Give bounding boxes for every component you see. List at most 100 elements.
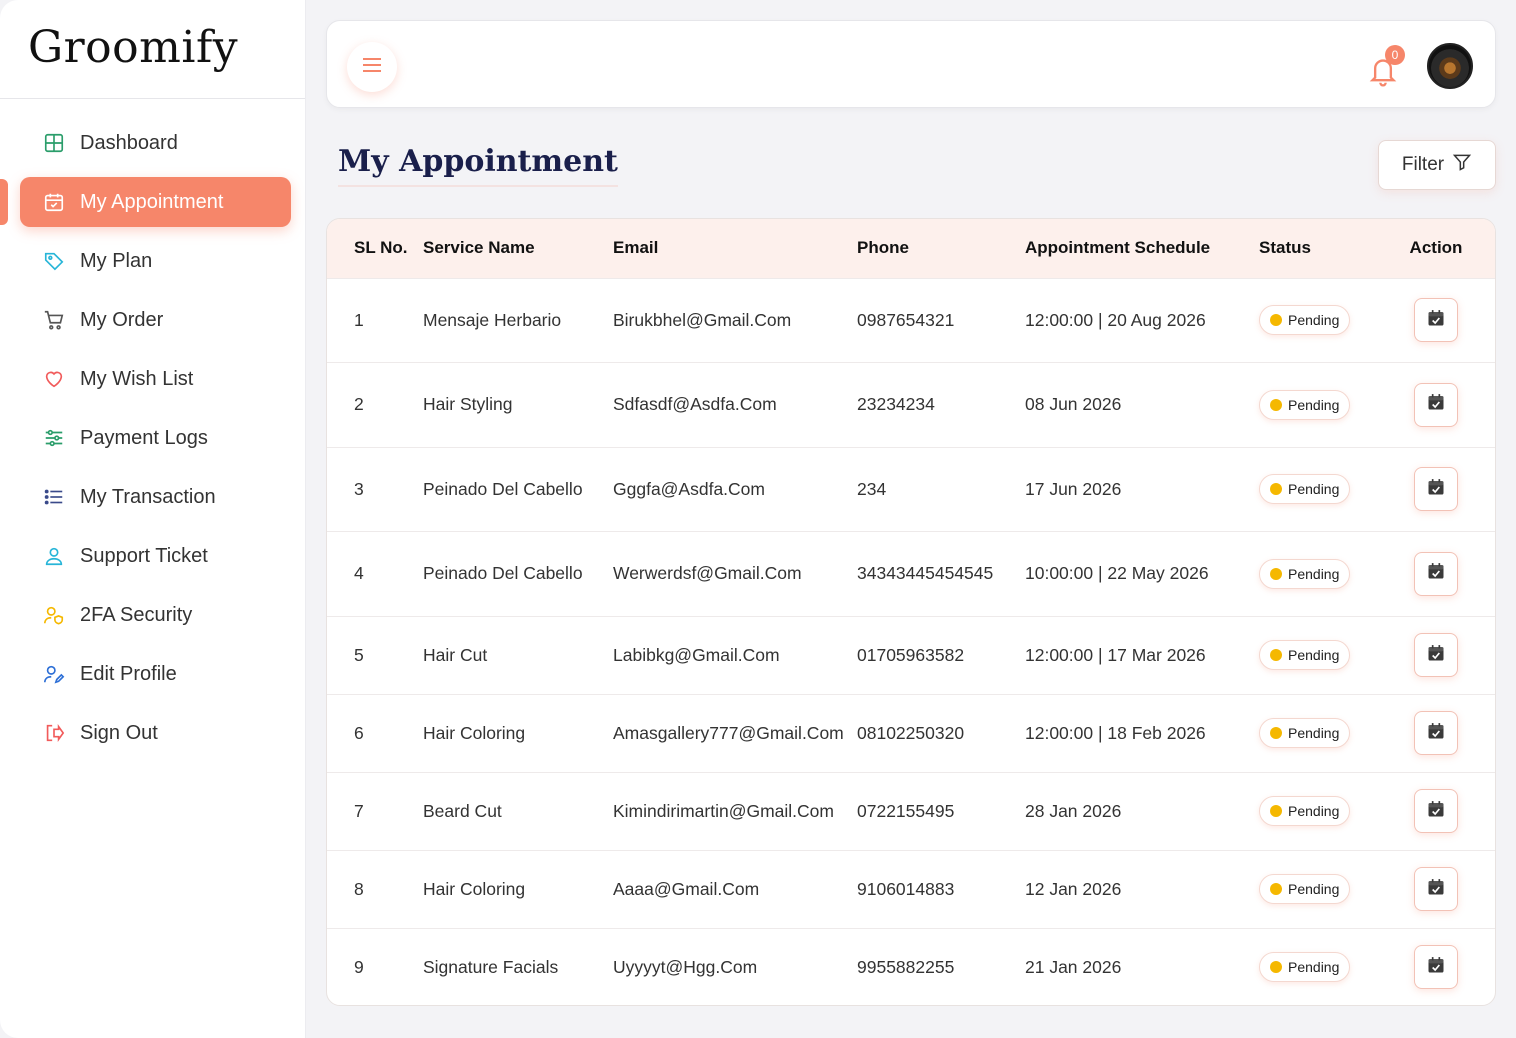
cell-action [1377,927,1495,1005]
cell-phone: 9106014883 [857,849,1025,928]
menu-toggle-button[interactable] [347,42,397,92]
filter-icon [1452,152,1472,178]
heart-icon [42,367,66,391]
cell-status: Pending [1259,927,1377,1005]
status-badge: Pending [1259,718,1351,748]
cell-service: Mensaje Herbario [423,277,613,363]
table-row: 1 Mensaje Herbario Birukbhel@Gmail.Com 0987… [327,277,1495,363]
cell-sl: 8 [327,849,423,928]
cell-email: Amasgallery777@Gmail.Com [613,693,857,772]
cell-service: Hair Styling [423,362,613,447]
status-label: Pending [1288,881,1340,897]
cell-action [1377,771,1495,850]
sidebar-item-label: My Appointment [80,190,224,213]
reschedule-button[interactable] [1414,633,1458,677]
status-dot [1270,398,1282,411]
status-label: Pending [1288,481,1340,498]
sidebar-item-edit-profile[interactable]: Edit Profile [20,649,291,699]
sidebar-item-my-plan[interactable]: My Plan [20,236,291,286]
sidebar-item-label: Sign Out [80,721,158,744]
cell-phone: 34343445454545 [857,531,1025,616]
cell-status: Pending [1259,771,1377,850]
cell-email: Werwerdsf@Gmail.Com [613,531,857,616]
bell-icon [1367,59,1399,92]
table-row: 5 Hair Cut Labibkg@Gmail.Com 01705963582 12:… [327,615,1495,694]
sidebar-nav: Dashboard My Appointment My Plan My Orde… [0,99,305,758]
cell-email: Birukbhel@Gmail.Com [613,277,857,363]
cell-email: Gggfa@Asdfa.Com [613,446,857,532]
column-header-email: Email [613,238,659,258]
cell-service: Hair Cut [423,615,613,694]
sidebar-item-support-ticket[interactable]: Support Ticket [20,531,291,581]
status-badge: Pending [1259,474,1351,505]
cell-service: Signature Facials [423,927,613,1005]
sidebar: Groomify Dashboard My Appointment My Pla… [0,0,306,1038]
cell-status: Pending [1259,362,1377,447]
avatar[interactable] [1427,43,1473,89]
reschedule-button[interactable] [1414,867,1458,911]
sidebar-item-2fa-security[interactable]: 2FA Security [20,590,291,640]
table-row: 6 Hair Coloring Amasgallery777@Gmail.Com 08… [327,693,1495,772]
cell-status: Pending [1259,849,1377,928]
cell-action [1377,277,1495,363]
cell-phone: 234 [857,446,1025,532]
reschedule-button[interactable] [1414,298,1458,343]
cell-schedule: 17 Jun 2026 [1025,446,1259,532]
reschedule-button[interactable] [1414,467,1458,512]
column-header-action: Action [1409,238,1463,258]
sidebar-item-label: My Plan [80,249,153,272]
cell-sl: 2 [327,362,423,447]
sign-out-icon [42,721,66,745]
reschedule-button[interactable] [1414,382,1458,427]
sidebar-item-my-order[interactable]: My Order [20,295,291,345]
calendar-check-icon [1426,799,1446,824]
hamburger-icon [361,56,383,79]
calendar-check-icon [1426,392,1446,417]
page-title: My Appointment [338,144,618,187]
cell-phone: 0722155495 [857,771,1025,850]
sidebar-item-my-appointment[interactable]: My Appointment [0,177,291,227]
cell-action [1377,531,1495,616]
cell-schedule: 12:00:00 | 17 Mar 2026 [1025,615,1259,694]
cell-action [1377,615,1495,694]
tag-icon [42,249,66,273]
sidebar-item-sign-out[interactable]: Sign Out [20,708,291,758]
notification-badge: 0 [1385,45,1405,65]
filter-button[interactable]: Filter [1378,140,1496,190]
sidebar-item-label: 2FA Security [80,603,193,626]
status-label: Pending [1288,312,1340,329]
status-badge: Pending [1259,305,1351,336]
cell-email: Sdfasdf@Asdfa.Com [613,362,857,447]
sidebar-item-label: My Wish List [80,367,194,390]
column-header-status: Status [1259,238,1311,258]
sidebar-item-my-transaction[interactable]: My Transaction [20,472,291,522]
table-row: 3 Peinado Del Cabello Gggfa@Asdfa.Com 234 17… [327,446,1495,532]
cell-status: Pending [1259,693,1377,772]
reschedule-button[interactable] [1414,945,1458,990]
sidebar-item-dashboard[interactable]: Dashboard [20,118,291,168]
reschedule-button[interactable] [1414,551,1458,596]
cell-service: Beard Cut [423,771,613,850]
reschedule-button[interactable] [1414,711,1458,755]
cell-sl: 1 [327,277,423,363]
sidebar-item-payment-logs[interactable]: Payment Logs [20,413,291,463]
table-row: 2 Hair Styling Sdfasdf@Asdfa.Com 23234234 08… [327,362,1495,447]
cell-phone: 23234234 [857,362,1025,447]
cell-action [1377,362,1495,447]
top-bar: 0 [326,20,1496,108]
status-label: Pending [1288,647,1340,663]
list-icon [42,485,66,509]
column-header-phone: Phone [857,238,909,258]
brand-logo[interactable]: Groomify [0,0,305,99]
sidebar-item-my-wish-list[interactable]: My Wish List [20,354,291,404]
cell-action [1377,693,1495,772]
status-label: Pending [1288,803,1340,819]
reschedule-button[interactable] [1414,789,1458,833]
table-header-row: SL No. Service Name Email Phone Appointm… [327,219,1495,278]
calendar-check-icon [1426,308,1446,333]
cell-status: Pending [1259,277,1377,363]
status-dot [1270,961,1282,974]
sidebar-item-label: My Order [80,308,164,331]
table-row: 8 Hair Coloring Aaaa@Gmail.Com 9106014883 12… [327,849,1495,928]
calendar-check-icon [1426,477,1446,502]
